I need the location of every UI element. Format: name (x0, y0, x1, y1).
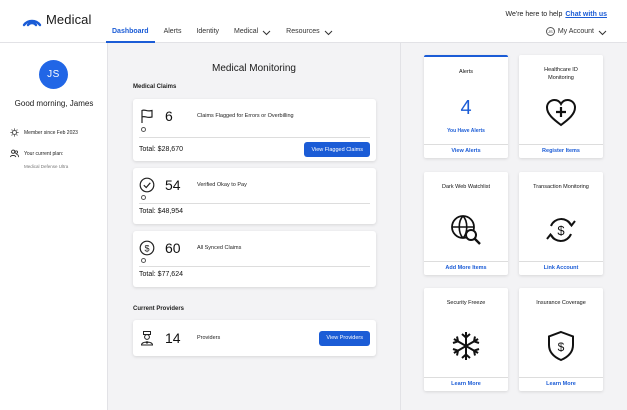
nav-dashboard[interactable]: Dashboard (106, 26, 155, 43)
verified-claims-card: 54 Verified Okay to Pay Total: $48,954 (133, 168, 376, 224)
alerts-subtext: You Have Alerts (447, 127, 485, 134)
verified-count: 54 (165, 177, 181, 193)
chevron-down-icon (262, 30, 271, 36)
dollar-cycle-icon: $ (546, 218, 576, 242)
sidebar: JS Good morning, James Member since Feb … (0, 43, 108, 410)
insurance-tile: Insurance Coverage $ Learn More (519, 288, 603, 391)
view-flagged-claims-button[interactable]: View Flagged Claims (304, 142, 370, 157)
snowflake-icon (452, 332, 480, 360)
verified-label: Verified Okay to Pay (197, 182, 247, 188)
transaction-tile: Transaction Monitoring $ Link Account (519, 172, 603, 275)
flagged-label: Claims Flagged for Errors or Overbilling (197, 113, 294, 119)
alerts-tile-title: Alerts (458, 69, 474, 75)
synced-claims-card: $ 60 All Synced Claims Total: $77,624 (133, 231, 376, 287)
flagged-claims-card: 6 Claims Flagged for Errors or Overbilli… (133, 99, 376, 161)
top-header: Medical Dashboard Alerts Identity Medica… (0, 0, 627, 43)
account-label: My Account (557, 28, 594, 35)
nav-dashboard-label: Dashboard (112, 28, 149, 35)
alerts-count: 4 (460, 96, 472, 119)
brand-logo[interactable]: Medical (22, 12, 92, 27)
claims-section-label: Medical Claims (133, 84, 177, 90)
flag-icon (141, 109, 153, 123)
flagged-total: Total: $28,670 (139, 146, 183, 153)
shield-dollar-icon: $ (548, 330, 574, 362)
insurance-learn-more-link[interactable]: Learn More (519, 377, 603, 391)
nav-identity-label: Identity (196, 28, 220, 35)
view-providers-button[interactable]: View Providers (319, 330, 370, 346)
plan-name: Medical Defense Ultra (24, 164, 69, 169)
nav-alerts-label: Alerts (163, 28, 182, 35)
heart-plus-icon (545, 98, 577, 127)
providers-section-label: Current Providers (133, 306, 185, 312)
transaction-title: Transaction Monitoring (533, 184, 589, 190)
register-items-link[interactable]: Register Items (519, 144, 603, 158)
synced-label: All Synced Claims (197, 245, 242, 251)
check-circle-icon (139, 177, 155, 193)
info-icon[interactable] (141, 195, 146, 200)
security-freeze-tile: Security Freeze Learn More (424, 288, 508, 391)
help-text: We're here to help Chat with us (506, 11, 607, 18)
avatar[interactable]: JS (39, 60, 68, 89)
security-freeze-title: Security Freeze (446, 300, 486, 306)
nav-resources[interactable]: Resources (286, 26, 332, 43)
nav-medical-label: Medical (234, 28, 259, 35)
globe-search-icon (451, 215, 481, 245)
brand-name: Medical (46, 12, 92, 27)
help-label: We're here to help (505, 11, 563, 18)
security-freeze-learn-more-link[interactable]: Learn More (424, 377, 508, 391)
nav-identity[interactable]: Identity (196, 26, 219, 43)
users-icon (10, 149, 19, 158)
svg-text:$: $ (557, 223, 565, 238)
wifi-arc-logo-icon (22, 19, 42, 26)
synced-count: 60 (165, 240, 181, 256)
providers-label: Providers (197, 335, 221, 341)
dollar-circle-icon: $ (139, 240, 155, 256)
synced-total: Total: $77,624 (139, 271, 183, 278)
nav-medical[interactable]: Medical (234, 26, 271, 43)
plan-label: Your current plan: (24, 150, 64, 157)
chat-link[interactable]: Chat with us (565, 11, 607, 18)
dark-web-title: Dark Web Watchlist (442, 184, 490, 190)
page-title: Medical Monitoring (212, 63, 296, 74)
providers-count: 14 (165, 330, 181, 346)
info-icon[interactable] (141, 258, 146, 263)
info-icon[interactable] (141, 127, 146, 132)
member-since-label: Member since Feb 2023 (24, 129, 78, 136)
current-plan: Your current plan: (10, 149, 63, 158)
nav-alerts[interactable]: Alerts (164, 26, 182, 43)
view-alerts-link[interactable]: View Alerts (424, 144, 508, 158)
healthcare-id-title: Healthcare ID Monitoring (544, 67, 578, 81)
healthcare-id-tile: Healthcare ID Monitoring Register Items (519, 55, 603, 158)
nav-resources-label: Resources (286, 28, 320, 35)
main-nav: Dashboard Alerts Identity Medical Resour… (106, 26, 348, 43)
verified-total: Total: $48,954 (139, 208, 183, 215)
add-more-items-link[interactable]: Add More Items (424, 261, 508, 275)
alerts-tile: Alerts 4 You Have Alerts View Alerts (424, 55, 508, 158)
account-menu[interactable]: JS My Account (545, 27, 607, 36)
badge-star-icon (10, 128, 19, 137)
svg-text:$: $ (144, 243, 149, 253)
dark-web-tile: Dark Web Watchlist Add More Items (424, 172, 508, 275)
account-badge: JS (545, 27, 555, 36)
flagged-count: 6 (165, 108, 173, 124)
doctor-icon (140, 331, 154, 346)
link-account-link[interactable]: Link Account (519, 261, 603, 275)
chevron-down-icon (324, 30, 332, 36)
svg-text:$: $ (558, 340, 565, 354)
greeting: Good morning, James (14, 99, 94, 108)
providers-card: 14 Providers View Providers (133, 320, 376, 356)
chevron-down-icon (598, 30, 607, 35)
insurance-title: Insurance Coverage (536, 300, 586, 306)
panel-divider (400, 43, 401, 410)
member-since: Member since Feb 2023 (10, 128, 78, 137)
